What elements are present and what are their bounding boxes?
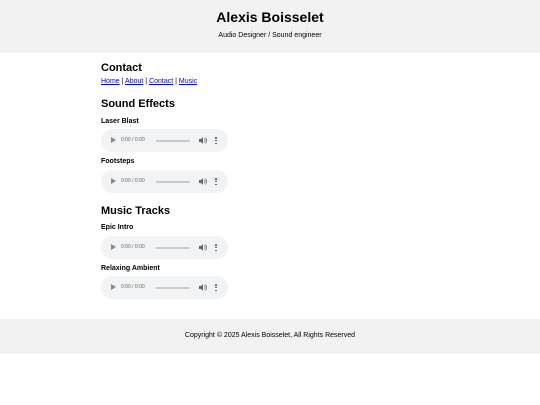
nav-link-contact[interactable]: Contact bbox=[149, 78, 173, 85]
time-display: 0:00 / 0:00 bbox=[121, 284, 145, 290]
track-title: Laser Blast bbox=[101, 118, 139, 125]
site-footer: Copyright © 2025 Alexis Boisselet, All R… bbox=[0, 319, 540, 354]
audio-player[interactable]: 0:00 / 0:00 bbox=[101, 236, 228, 259]
volume-icon[interactable] bbox=[199, 177, 207, 186]
audio-player[interactable]: 0:00 / 0:00 bbox=[101, 276, 228, 299]
nav-link-home[interactable]: Home bbox=[101, 78, 120, 85]
progress-slider[interactable] bbox=[156, 246, 190, 249]
audio-player[interactable]: 0:00 / 0:00 bbox=[101, 170, 228, 193]
play-icon[interactable] bbox=[111, 137, 116, 143]
nav-links: Home | About | Contact | Music bbox=[101, 78, 197, 85]
volume-icon[interactable] bbox=[199, 243, 207, 252]
nav-link-about[interactable]: About bbox=[125, 78, 143, 85]
progress-slider[interactable] bbox=[156, 139, 190, 142]
site-subtitle: Audio Designer / Sound engineer bbox=[218, 32, 322, 39]
site-title: Alexis Boisselet bbox=[216, 9, 324, 25]
track-title: Epic Intro bbox=[101, 224, 134, 231]
play-icon[interactable] bbox=[111, 178, 116, 184]
nav-separator: | bbox=[121, 78, 124, 85]
more-options-icon[interactable] bbox=[215, 284, 217, 292]
nav-separator: | bbox=[145, 78, 148, 85]
play-icon[interactable] bbox=[111, 244, 116, 250]
music-tracks-heading: Music Tracks bbox=[101, 205, 171, 217]
nav-separator: | bbox=[175, 78, 177, 85]
progress-slider[interactable] bbox=[156, 286, 190, 289]
volume-icon[interactable] bbox=[199, 136, 207, 145]
nav-link-music[interactable]: Music bbox=[179, 78, 197, 85]
more-options-icon[interactable] bbox=[215, 178, 217, 186]
time-display: 0:00 / 0:00 bbox=[121, 244, 145, 250]
contact-heading: Contact bbox=[101, 62, 142, 74]
progress-slider[interactable] bbox=[156, 180, 190, 183]
more-options-icon[interactable] bbox=[215, 137, 217, 145]
time-display: 0:00 / 0:00 bbox=[121, 178, 145, 184]
sound-effects-heading: Sound Effects bbox=[101, 98, 175, 110]
track-title: Footsteps bbox=[101, 158, 135, 165]
audio-player[interactable]: 0:00 / 0:00 bbox=[101, 129, 228, 152]
track-title: Relaxing Ambient bbox=[101, 265, 160, 272]
volume-icon[interactable] bbox=[199, 283, 207, 292]
play-icon[interactable] bbox=[111, 284, 116, 290]
site-header: Alexis Boisselet Audio Designer / Sound … bbox=[0, 0, 540, 53]
more-options-icon[interactable] bbox=[215, 244, 217, 252]
time-display: 0:00 / 0:00 bbox=[121, 137, 145, 143]
copyright-text: Copyright © 2025 Alexis Boisselet, All R… bbox=[184, 332, 356, 339]
